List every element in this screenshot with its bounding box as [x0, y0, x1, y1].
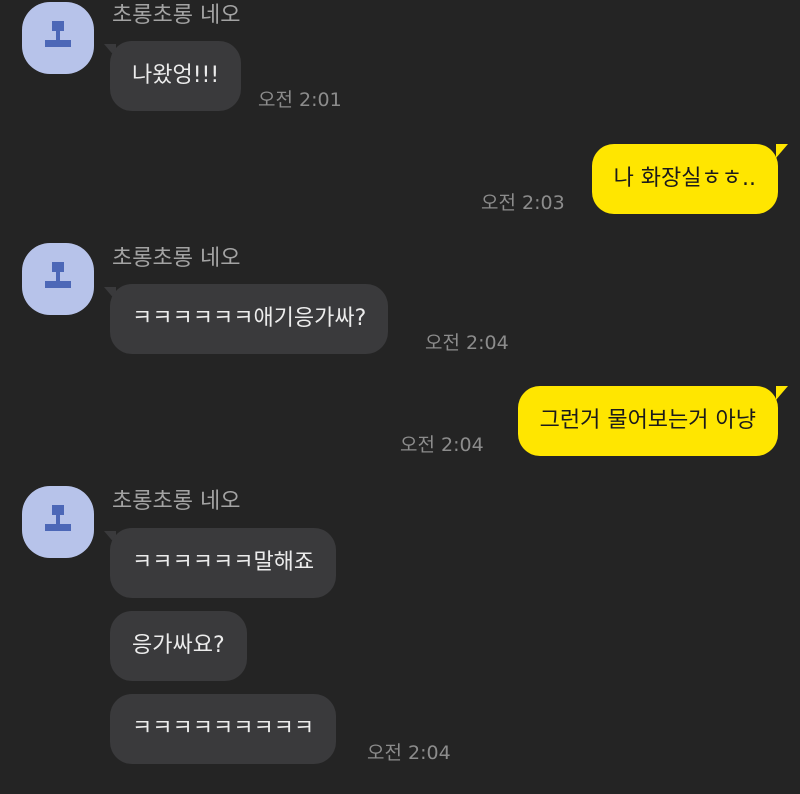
message-bubble-outgoing[interactable]: 그런거 물어보는거 아냥: [517, 386, 778, 456]
default-profile-icon: [45, 262, 71, 288]
message-bubble-incoming[interactable]: ㅋㅋㅋㅋㅋㅋㅋㅋㅋ: [110, 694, 337, 764]
message-bubble-incoming[interactable]: 응가싸요?: [110, 611, 247, 681]
message-timestamp: 오전 2:04: [367, 742, 451, 764]
message-bubble-incoming[interactable]: ㅋㅋㅋㅋㅋㅋ애기응가싸?: [110, 284, 389, 354]
message-timestamp: 오전 2:01: [258, 89, 342, 111]
default-profile-icon: [45, 505, 71, 531]
avatar[interactable]: [22, 486, 94, 558]
message-timestamp: 오전 2:03: [481, 192, 565, 214]
sender-name: 초롱초롱 네오: [112, 489, 241, 514]
message-bubble-outgoing[interactable]: 나 화장실ㅎㅎ..: [591, 144, 778, 214]
message-bubble-incoming[interactable]: 나왔엉!!!: [110, 41, 242, 111]
message-timestamp: 오전 2:04: [400, 434, 484, 456]
message-timestamp: 오전 2:04: [425, 332, 509, 354]
bubble-tail: [776, 144, 788, 158]
sender-name: 초롱초롱 네오: [112, 246, 241, 271]
avatar[interactable]: [22, 2, 94, 74]
message-bubble-incoming[interactable]: ㅋㅋㅋㅋㅋㅋ말해죠: [110, 528, 337, 598]
sender-name: 초롱초롱 네오: [112, 3, 241, 28]
avatar[interactable]: [22, 243, 94, 315]
default-profile-icon: [45, 21, 71, 47]
bubble-tail: [776, 386, 788, 400]
